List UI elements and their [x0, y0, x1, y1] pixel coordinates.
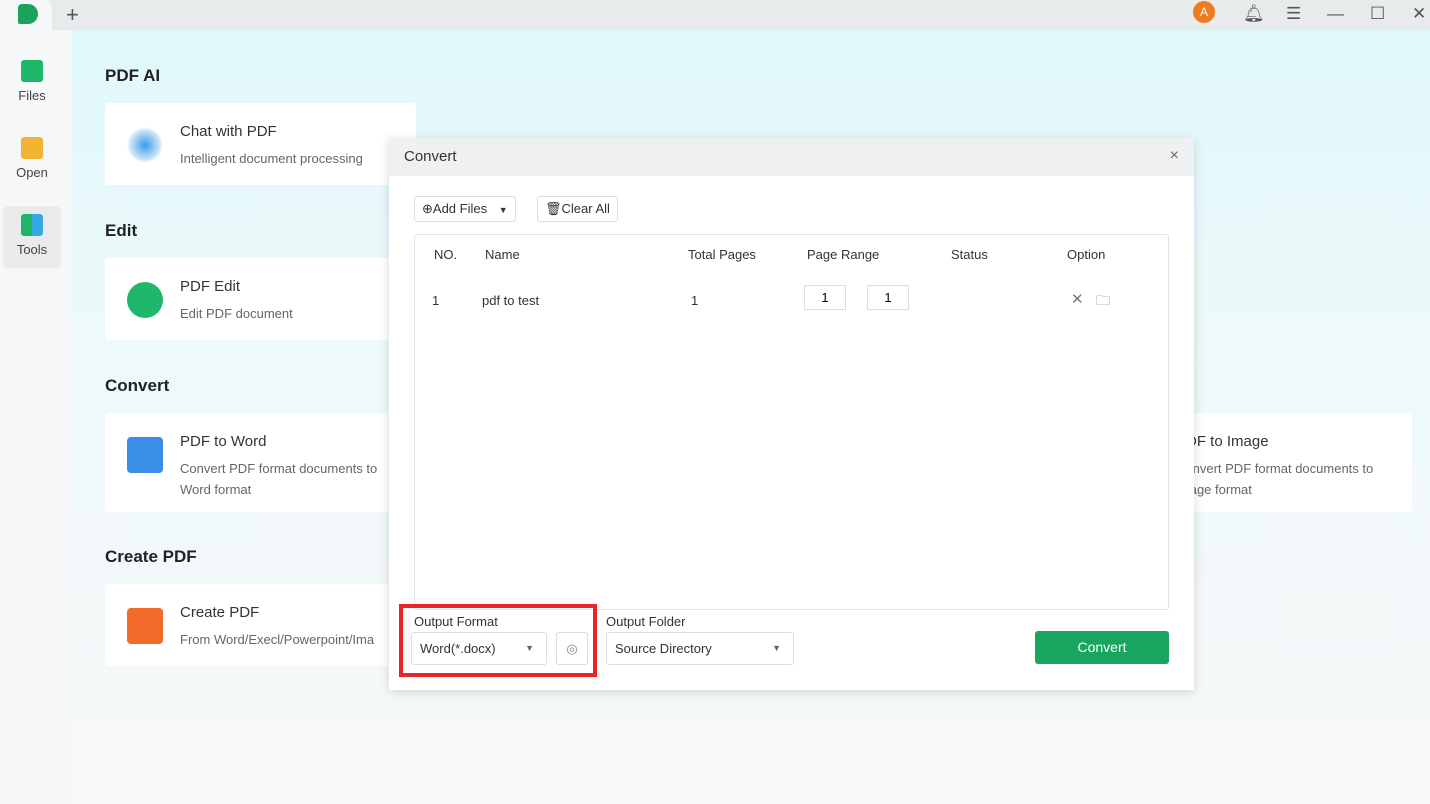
column-header: Name: [485, 247, 520, 262]
open-icon: [21, 137, 43, 159]
sidebar-item-open[interactable]: Open: [3, 129, 61, 191]
convert-button[interactable]: Convert: [1035, 631, 1169, 664]
pdf-edit-card[interactable]: PDF Edit Edit PDF document: [105, 258, 416, 340]
file-table: NO. Name Total Pages Page Range Status O…: [414, 234, 1169, 610]
pdf-to-word-card[interactable]: PDF to Word Convert PDF format documents …: [105, 413, 416, 512]
sidebar-item-label: Tools: [16, 242, 48, 257]
card-title: Chat with PDF: [180, 123, 277, 140]
output-folder-select[interactable]: Source Directory ▼: [606, 632, 794, 665]
chat-with-pdf-card[interactable]: Chat with PDF Intelligent document proces…: [105, 103, 416, 185]
new-tab-button[interactable]: +: [66, 2, 79, 28]
page-range-to-input[interactable]: [867, 285, 909, 310]
create-pdf-icon: [127, 608, 163, 644]
home-tab[interactable]: [0, 0, 52, 30]
card-title: PDF to Word: [180, 433, 267, 450]
file-name: pdf to test: [482, 293, 540, 308]
app-logo: [18, 4, 38, 24]
dialog-title: Convert: [404, 148, 457, 165]
column-header: Status: [951, 247, 988, 262]
sparkle-icon: [127, 127, 163, 163]
remove-icon[interactable]: ✕: [1071, 290, 1084, 308]
card-title: PDF Edit: [180, 278, 241, 295]
tools-icon: [21, 214, 43, 236]
menu-icon[interactable]: ☰: [1286, 4, 1301, 24]
maximize-icon[interactable]: ☐: [1370, 4, 1385, 24]
output-folder-label: Output Folder: [606, 614, 686, 629]
section-title: Create PDF: [105, 547, 197, 566]
sidebar-item-tools[interactable]: Tools: [3, 206, 61, 268]
add-files-button[interactable]: ⊕Add Files ▼: [414, 196, 516, 222]
page-range-from-input[interactable]: [804, 285, 846, 310]
column-header: NO.: [434, 247, 458, 262]
avatar[interactable]: A: [1193, 1, 1215, 23]
total-pages: 1: [691, 293, 699, 308]
section-title: Convert: [105, 376, 170, 395]
button-label: Add Files: [432, 201, 488, 216]
card-title: Create PDF: [180, 604, 260, 621]
bell-icon[interactable]: 🔔︎: [1243, 4, 1265, 24]
card-subtitle: Convert PDF format documents to Word for…: [180, 461, 378, 497]
create-pdf-card[interactable]: Create PDF From Word/Execl/Powerpoint/Ima: [105, 584, 416, 666]
column-header: Option: [1067, 247, 1106, 262]
add-circle-icon: ⊕: [422, 201, 433, 216]
sidebar: Files Open Tools: [0, 30, 72, 804]
row-number: 1: [432, 293, 440, 308]
clear-all-button[interactable]: 🗑︎Clear All: [537, 196, 618, 222]
files-icon: [21, 60, 43, 82]
sidebar-item-label: Open: [16, 165, 48, 180]
select-value: Source Directory: [615, 641, 712, 656]
column-header: Page Range: [807, 247, 880, 262]
card-subtitle: Intelligent document processing: [180, 151, 363, 166]
section-title: PDF AI: [105, 66, 161, 85]
highlight-box: [399, 604, 597, 677]
button-label: Clear All: [561, 201, 610, 216]
folder-icon[interactable]: 🗀: [1096, 290, 1110, 314]
sidebar-item-label: Files: [18, 88, 46, 103]
chevron-down-icon: ▼: [772, 643, 781, 653]
section-title: Edit: [105, 221, 138, 240]
card-subtitle: From Word/Execl/Powerpoint/Ima: [180, 632, 375, 647]
convert-dialog: Convert × ⊕Add Files ▼ 🗑︎Clear All NO. Na…: [389, 138, 1194, 690]
word-icon: [127, 437, 163, 473]
trash-icon: 🗑︎: [545, 201, 562, 216]
title-bar: + A 🔔︎ ☰ — ☐ ✕: [0, 0, 1430, 30]
minimize-icon[interactable]: —: [1327, 4, 1344, 24]
dialog-header: Convert ×: [389, 138, 1194, 176]
edit-icon: [127, 282, 163, 318]
card-subtitle: Edit PDF document: [180, 306, 293, 321]
column-header: Total Pages: [688, 247, 756, 262]
chevron-down-icon[interactable]: ▼: [499, 205, 508, 215]
sidebar-item-files[interactable]: Files: [3, 52, 61, 114]
close-icon[interactable]: ✕: [1412, 4, 1426, 24]
close-icon[interactable]: ×: [1170, 147, 1179, 165]
card-subtitle: Convert PDF format documents to image fo…: [1176, 461, 1374, 497]
